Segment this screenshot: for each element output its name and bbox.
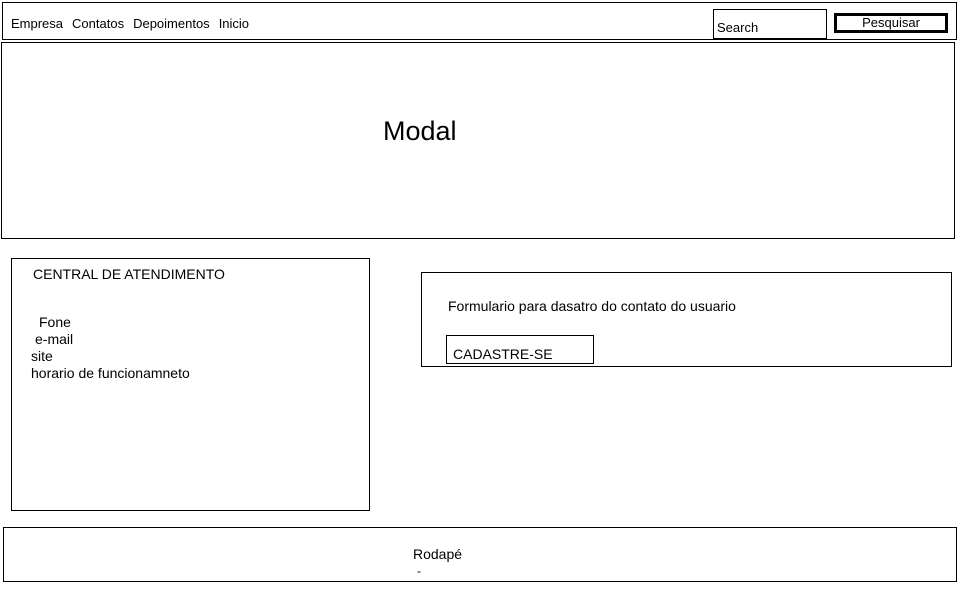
form-description: Formulario para dasatro do contato do us… bbox=[448, 298, 736, 314]
search-input[interactable] bbox=[713, 9, 827, 39]
hours-label: horario de funcionamneto bbox=[31, 365, 190, 381]
nav-item-inicio[interactable]: Inicio bbox=[219, 16, 249, 31]
signup-form-panel: Formulario para dasatro do contato do us… bbox=[421, 272, 952, 367]
signup-button[interactable]: CADASTRE-SE bbox=[446, 335, 594, 364]
search-button[interactable]: Pesquisar bbox=[834, 13, 948, 33]
modal-title: Modal bbox=[383, 116, 457, 146]
footer-mark: - bbox=[417, 564, 421, 578]
central-title: CENTRAL DE ATENDIMENTO bbox=[33, 266, 225, 282]
footer: Rodapé - bbox=[3, 527, 957, 582]
nav-item-depoimentos[interactable]: Depoimentos bbox=[133, 16, 210, 31]
nav-menu: Empresa Contatos Depoimentos Inicio bbox=[11, 16, 249, 31]
nav-item-contatos[interactable]: Contatos bbox=[72, 16, 124, 31]
email-label: e-mail bbox=[35, 331, 74, 347]
footer-title: Rodapé bbox=[413, 546, 463, 562]
phone-label: Fone bbox=[39, 314, 71, 330]
site-label: site bbox=[31, 348, 53, 364]
nav-item-empresa[interactable]: Empresa bbox=[11, 16, 63, 31]
central-atendimento-panel: CENTRAL DE ATENDIMENTO Fone e-mail site … bbox=[11, 258, 370, 511]
modal-banner: Modal bbox=[1, 42, 955, 239]
